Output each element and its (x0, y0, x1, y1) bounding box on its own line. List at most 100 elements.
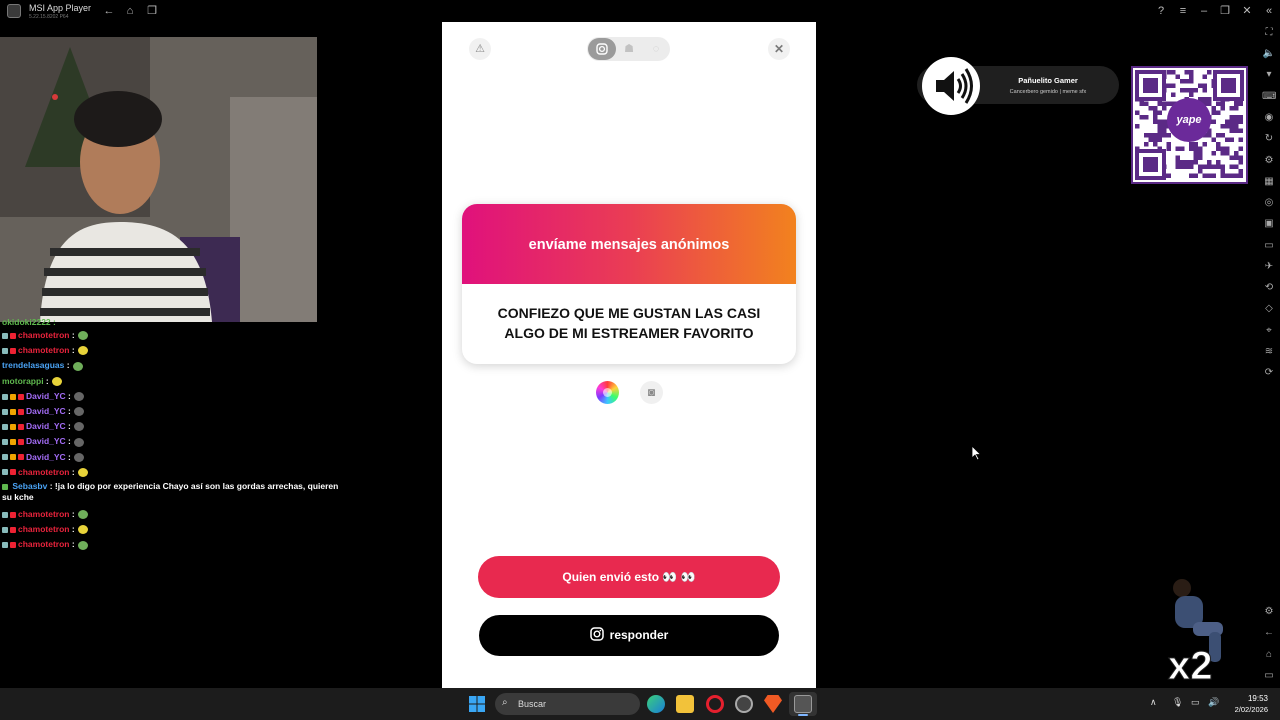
message-card: envíame mensajes anónimos CONFIEZO QUE M… (462, 204, 796, 364)
chat-badge-icon (10, 393, 16, 400)
help-icon[interactable]: ? (1154, 4, 1168, 18)
chat-badge-icon (18, 454, 24, 461)
macro-icon[interactable]: ⚙ (1262, 154, 1276, 168)
chat-username: David_YC (26, 436, 66, 447)
close-window-icon[interactable]: ✕ (1240, 4, 1254, 18)
download-apk-icon[interactable]: ▾ (1262, 68, 1276, 82)
sync-icon[interactable]: ⟳ (1262, 366, 1276, 380)
chat-message-continued: su kche (2, 492, 312, 507)
chat-badge-icon (10, 439, 16, 446)
report-warning-icon[interactable]: ⚠ (469, 38, 491, 60)
android-back-icon[interactable]: ← (1262, 626, 1276, 640)
chat-separator: : (69, 539, 75, 550)
sound-alert-subtitle: Cancerbero gemido | meme sfx (1009, 89, 1087, 95)
folder-icon[interactable]: ▭ (1262, 239, 1276, 253)
chat-badge-icon (2, 332, 8, 339)
menu-icon[interactable]: ≡ (1176, 4, 1190, 18)
collapse-sidebar-icon[interactable]: « (1262, 4, 1276, 18)
speaker-volume-icon[interactable]: 🔊 (1208, 697, 1219, 708)
mouse-cursor-icon (971, 445, 982, 466)
file-explorer-icon[interactable] (676, 695, 694, 713)
chat-emote-icon (77, 346, 88, 356)
chat-emote-icon (77, 510, 88, 520)
chat-username: David_YC (26, 405, 66, 416)
search-placeholder: Buscar (518, 699, 547, 709)
chat-badge-icon (10, 332, 16, 339)
chat-badge-icon (10, 408, 16, 415)
chat-message: trendelasaguas : (2, 358, 312, 373)
record-icon[interactable]: ◉ (1262, 111, 1276, 125)
back-arrow-icon[interactable]: ← (102, 4, 116, 18)
layers-icon[interactable]: ≋ (1262, 345, 1276, 359)
chat-separator: : (65, 436, 71, 447)
chat-badge-icon (18, 439, 24, 446)
chat-message: chamotetron : (2, 507, 312, 522)
chat-separator: : (69, 508, 75, 519)
android-recents-icon[interactable]: ▭ (1262, 669, 1276, 683)
microphone-icon[interactable]: 🎙 (1172, 697, 1183, 708)
restore-icon[interactable]: ❐ (1218, 4, 1232, 18)
chat-separator: : (65, 390, 71, 401)
multiplier-badge: x2 (1168, 644, 1213, 689)
windows-start-icon[interactable] (469, 696, 485, 712)
home-icon[interactable]: ⌂ (123, 4, 137, 18)
keyboard-icon[interactable]: ⌨ (1262, 90, 1276, 104)
tray-overflow-icon[interactable]: ∧ (1150, 697, 1157, 708)
chat-emote-icon (77, 540, 88, 550)
rotate-icon[interactable]: ⟲ (1262, 281, 1276, 295)
chat-separator: : (65, 451, 71, 462)
taskbar-date[interactable]: 2/02/2026 (1226, 705, 1268, 714)
chat-separator: : (65, 421, 71, 432)
chat-badge-icon (10, 347, 16, 354)
chat-badge-icon (10, 526, 16, 533)
chat-emote-icon (77, 467, 88, 477)
close-icon[interactable]: ✕ (768, 38, 790, 60)
window-title: MSI App Player (29, 3, 92, 13)
airplane-icon[interactable]: ✈ (1262, 260, 1276, 274)
camera-icon[interactable]: ◙ (640, 381, 663, 404)
fullscreen-icon[interactable]: ⛶ (1262, 26, 1276, 40)
reply-button[interactable]: responder (479, 615, 779, 656)
chat-emote-icon (51, 376, 62, 386)
anonymous-message: CONFIEZO QUE ME GUSTAN LAS CASI ALGO DE … (497, 305, 761, 341)
opera-browser-icon[interactable] (706, 695, 724, 713)
settings-icon[interactable]: ⚙ (1262, 605, 1276, 619)
speaker-icon (922, 57, 980, 115)
edge-browser-icon[interactable] (647, 695, 665, 713)
chat-badge-icon (2, 542, 8, 548)
chat-emote-icon (73, 392, 84, 401)
replay-icon[interactable]: ↻ (1262, 132, 1276, 146)
multi-window-icon[interactable]: ❐ (145, 4, 159, 18)
instagram-tab[interactable] (588, 38, 616, 60)
volume-icon[interactable]: 🔈 (1262, 47, 1276, 61)
chat-message: chamotetron : (2, 328, 312, 343)
chat-badge-icon (2, 526, 8, 533)
emulator-title-bar (0, 0, 1280, 22)
eraser-icon[interactable]: ◇ (1262, 302, 1276, 316)
taskbar-search[interactable] (495, 693, 640, 715)
chat-message: David_YC : (2, 404, 312, 419)
screen-record-icon[interactable]: ▣ (1262, 217, 1276, 231)
minimize-icon[interactable]: – (1197, 4, 1211, 18)
chat-badge-icon (2, 423, 8, 430)
android-home-icon[interactable]: ⌂ (1262, 648, 1276, 662)
screenshot-icon[interactable]: ◎ (1262, 196, 1276, 210)
chat-separator: : (43, 375, 49, 386)
chat-separator: : (69, 466, 75, 477)
chat-emote-icon (73, 407, 84, 417)
who-sent-this-button[interactable]: Quien envió esto 👀 👀 (478, 556, 780, 598)
whatsapp-icon[interactable]: ◌ (645, 38, 667, 60)
chat-separator: : (69, 524, 75, 535)
msi-app-player-taskbar-icon[interactable] (794, 695, 812, 713)
location-icon[interactable]: ⌖ (1262, 324, 1276, 338)
chat-message: chamotetron : (2, 522, 312, 537)
chat-badge-icon (10, 423, 16, 430)
chat-badge-icon (2, 408, 8, 415)
performance-icon[interactable]: ▦ (1262, 175, 1276, 189)
network-icon[interactable]: ▭ (1191, 697, 1200, 708)
obs-studio-icon[interactable] (735, 695, 753, 713)
snapchat-icon[interactable]: ☗ (618, 38, 640, 60)
taskbar-time[interactable]: 19:53 (1232, 694, 1268, 703)
color-picker-icon[interactable] (596, 381, 619, 404)
chat-emote-icon (72, 361, 83, 371)
